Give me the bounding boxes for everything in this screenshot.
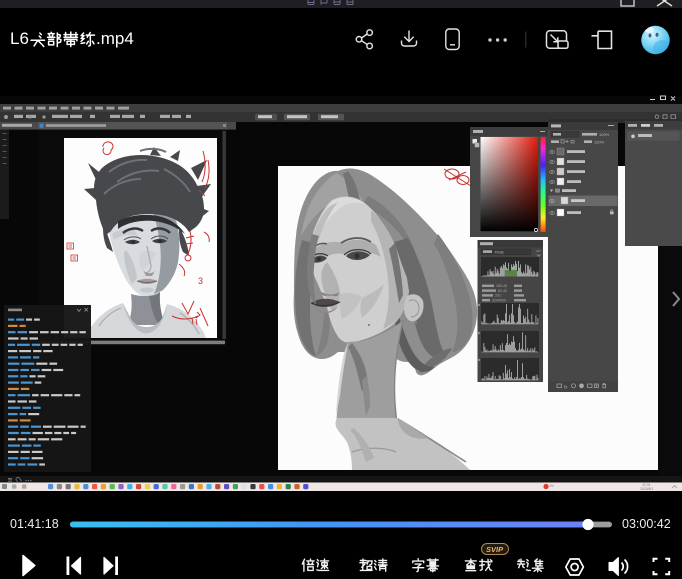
- svg-text:62.40: 62.40: [498, 289, 507, 293]
- svg-text:201: 201: [495, 294, 501, 298]
- svg-text:3%: 3%: [549, 484, 554, 488]
- svg-text:3240000: 3240000: [492, 299, 506, 303]
- svg-text:183.45: 183.45: [496, 284, 507, 288]
- svg-text:3: 3: [198, 276, 203, 286]
- svg-text:100%: 100%: [599, 132, 610, 137]
- svg-text:100%: 100%: [594, 140, 605, 145]
- svg-text:2023/6/1: 2023/6/1: [640, 487, 653, 491]
- svg-text:SVIP: SVIP: [486, 545, 504, 554]
- svg-text:RGB: RGB: [495, 250, 504, 255]
